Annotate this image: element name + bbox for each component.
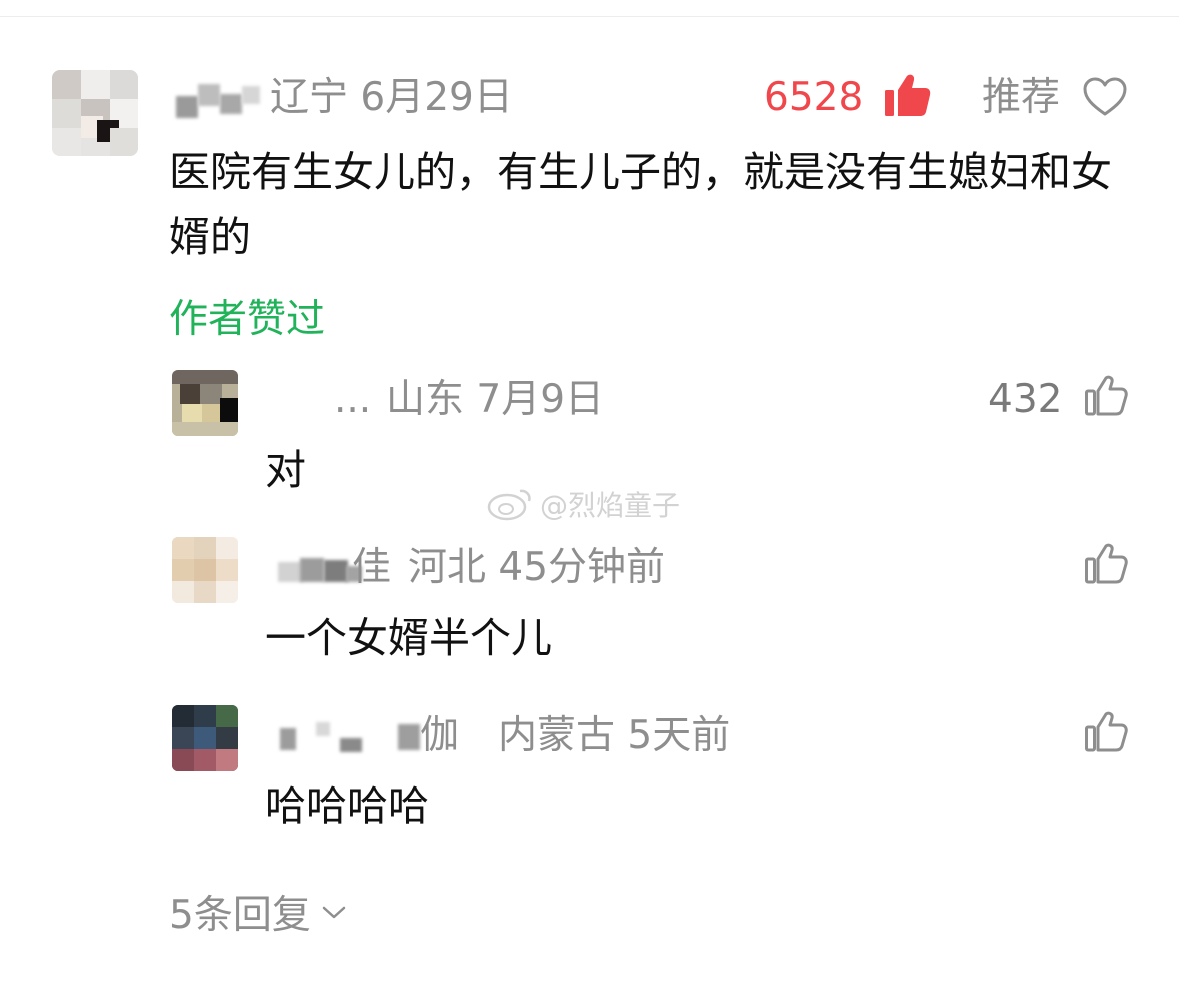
avatar[interactable] xyxy=(52,70,138,156)
more-replies-button[interactable]: 5条回复 xyxy=(169,884,347,940)
author-liked-badge: 作者赞过 xyxy=(169,297,326,342)
comment-text: 医院有生女儿的，有生儿子的，就是没有生媳妇和女婿的 xyxy=(169,148,1112,261)
reply-username-tail[interactable]: 伽 xyxy=(420,716,459,755)
reply-text: 一个女婿半个儿 xyxy=(265,614,552,662)
thumbs-up-filled-icon[interactable] xyxy=(882,72,932,120)
more-replies-label: 5条回复 xyxy=(169,893,311,938)
reply-location-date: 内蒙古 5天前 xyxy=(498,713,731,758)
chevron-down-icon xyxy=(322,906,346,919)
watermark-text: @烈焰童子 xyxy=(540,489,681,522)
reply-location-date: 河北 45分钟前 xyxy=(408,545,666,590)
heart-outline-icon[interactable] xyxy=(1082,76,1128,118)
reply-like-count: 432 xyxy=(988,377,1063,422)
reply-text: 哈哈哈哈 xyxy=(265,782,429,830)
reply-username-tail[interactable]: ... xyxy=(334,380,371,419)
like-count: 6528 xyxy=(764,75,864,120)
weibo-watermark: @烈焰童子 xyxy=(486,484,680,524)
thumbs-up-outline-icon[interactable] xyxy=(1084,375,1128,417)
thumbs-up-outline-icon[interactable] xyxy=(1084,543,1128,585)
recommend-label[interactable]: 推荐 xyxy=(982,78,1060,117)
reply-avatar[interactable] xyxy=(172,537,238,603)
reply-location-date: 山东 7月9日 xyxy=(386,377,605,422)
reply-avatar[interactable] xyxy=(172,370,238,436)
reply-username-tail[interactable]: 佳 xyxy=(352,548,391,587)
top-divider xyxy=(0,16,1179,17)
reply-text: 对 xyxy=(265,446,306,494)
weibo-logo-icon xyxy=(487,489,531,521)
reply-avatar[interactable] xyxy=(172,705,238,771)
thumbs-up-outline-icon[interactable] xyxy=(1084,711,1128,753)
comment-location-date: 辽宁 6月29日 xyxy=(270,75,513,120)
